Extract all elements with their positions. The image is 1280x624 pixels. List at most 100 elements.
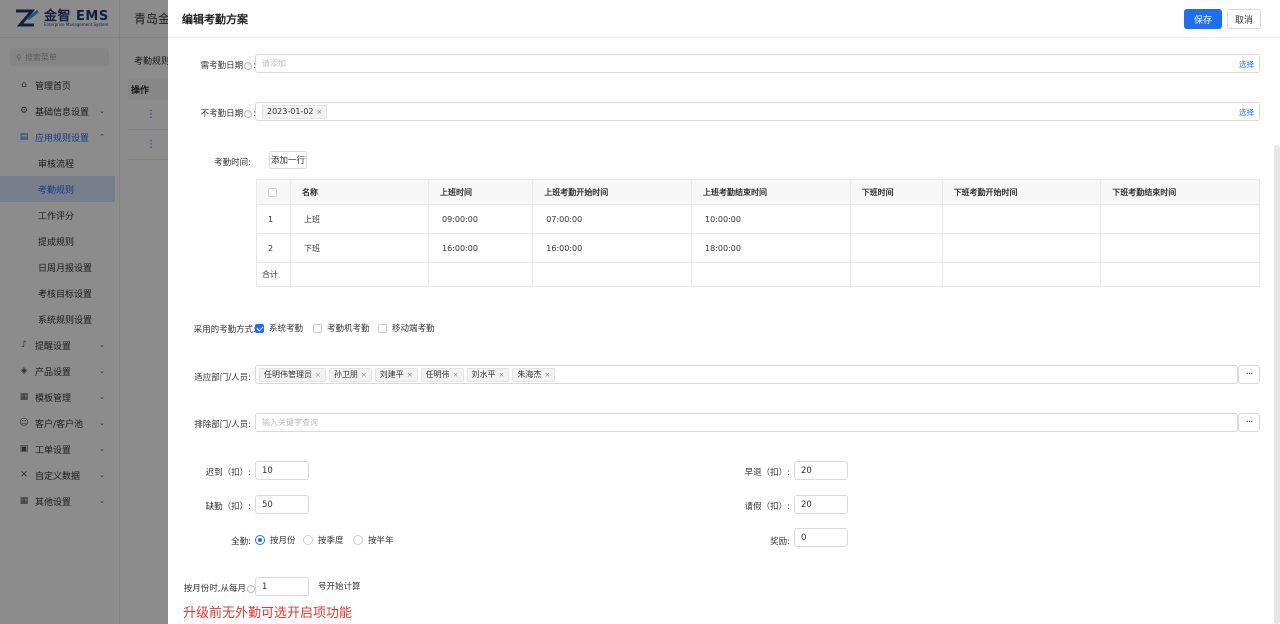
person-tag: 任明伟 × [420, 367, 464, 382]
tag-close-icon[interactable]: × [361, 371, 367, 379]
tag-close-icon[interactable]: × [499, 371, 505, 379]
table-cell[interactable]: 18:00:00 [690, 233, 851, 263]
table-cell[interactable]: 16:00:00 [532, 233, 692, 263]
excluded-more-button[interactable]: ··· [1238, 413, 1260, 432]
required-dates-label: 需考勤日期?: [201, 59, 256, 71]
table-cell[interactable] [941, 233, 1102, 263]
column-header: 名称 [290, 179, 429, 205]
attendance-method-label: 采用的考勤方式: [193, 325, 256, 335]
table-cell[interactable]: 上班 [290, 204, 429, 234]
option-label: 按月份 [270, 536, 296, 546]
attendance-method-option-1[interactable]: 考勤机考勤 [313, 322, 370, 334]
checkbox[interactable] [255, 323, 264, 333]
exempt-dates-pick-link[interactable]: 选择 [1239, 107, 1254, 118]
table-cell[interactable]: 09:00:00 [427, 204, 534, 234]
leave-input[interactable]: 20 [794, 495, 848, 514]
excluded-people-field[interactable]: 输入关键字查询 [255, 413, 1238, 432]
edit-attendance-drawer: 编辑考勤方案 保存 取消 需考勤日期?: 请添加 选择 不考勤日期?: 2023… [168, 0, 1280, 624]
required-dates-pick-link[interactable]: 选择 [1239, 59, 1254, 70]
required-dates-field[interactable]: 请添加 选择 [255, 54, 1260, 73]
applicable-more-button[interactable]: ··· [1238, 365, 1260, 384]
table-cell[interactable] [941, 204, 1102, 234]
person-tag: 刘水平 × [466, 367, 510, 382]
excluded-label: 排除部门/人员: [194, 420, 251, 430]
applicable-label: 适应部门/人员: [194, 373, 251, 383]
select-all-checkbox[interactable] [268, 187, 277, 197]
early-label: 早退（扣）: [744, 468, 790, 478]
required-dates-placeholder: 请添加 [262, 59, 286, 68]
person-tag: 刘建平 × [374, 367, 418, 382]
checkbox[interactable] [378, 323, 387, 333]
table-cell[interactable]: 16:00:00 [427, 233, 534, 263]
help-icon: ? [247, 584, 255, 593]
row-number: 2 [256, 233, 291, 263]
full-attendance-option-2[interactable]: 按半年 [353, 534, 394, 546]
save-button[interactable]: 保存 [1184, 9, 1222, 29]
sum-cell [532, 262, 692, 287]
help-icon: ? [244, 61, 253, 70]
checkbox[interactable] [313, 323, 322, 333]
applicable-people-field[interactable]: 任明伟管理员 × 孙卫朋 × 刘建平 × 任明伟 × 刘水平 × 朱海杰 × [255, 365, 1238, 384]
column-header: 下班考勤开始时间 [941, 179, 1102, 205]
late-input[interactable]: 10 [255, 461, 309, 480]
sum-label: 合计 [256, 262, 291, 287]
early-input[interactable]: 20 [794, 461, 848, 480]
radio[interactable] [303, 535, 313, 545]
option-label: 按季度 [318, 536, 344, 546]
month-start-input[interactable]: 1 [255, 577, 309, 596]
add-row-button[interactable]: 添加一行 [269, 151, 307, 169]
column-header: 上班考勤开始时间 [532, 179, 692, 205]
exempt-dates-field[interactable]: 2023-01-02 × 选择 [255, 102, 1260, 121]
select-all-checkbox-cell [256, 179, 291, 205]
sum-cell [849, 262, 943, 287]
table-row[interactable]: 2 下班 16:00:00 16:00:00 18:00:00 [256, 233, 1260, 263]
excluded-placeholder: 输入关键字查询 [262, 418, 318, 427]
tag-close-icon[interactable]: × [407, 371, 413, 379]
tag-close-icon[interactable]: × [453, 371, 459, 379]
table-cell[interactable] [1100, 233, 1260, 263]
option-label: 系统考勤 [269, 324, 304, 334]
month-start-suffix: 号开始计算 [318, 582, 361, 592]
absent-label: 缺勤（扣）: [205, 502, 251, 512]
cancel-button[interactable]: 取消 [1227, 9, 1261, 29]
option-label: 按半年 [368, 536, 394, 546]
scrollbar[interactable] [1274, 145, 1280, 624]
sum-cell [290, 262, 429, 287]
reward-label: 奖励: [770, 537, 790, 547]
sum-cell [427, 262, 534, 287]
sum-row: 合计 [256, 262, 1260, 287]
attendance-method-option-2[interactable]: 移动端考勤 [378, 322, 435, 334]
tag-close-icon[interactable]: × [544, 371, 550, 379]
attendance-method-option-0[interactable]: 系统考勤 [255, 322, 303, 334]
attendance-time-table: 名称 上班时间 上班考勤开始时间 上班考勤结束时间 下班时间 下班考勤开始时间 下班考勤结束… [256, 179, 1260, 287]
radio[interactable] [255, 535, 265, 545]
table-cell[interactable] [849, 233, 943, 263]
option-label: 考勤机考勤 [327, 324, 370, 334]
table-cell[interactable] [849, 204, 943, 234]
column-header: 上班考勤结束时间 [690, 179, 851, 205]
table-row[interactable]: 1 上班 09:00:00 07:00:00 10:00:00 [256, 204, 1260, 234]
person-tag: 孙卫朋 × [328, 367, 372, 382]
sum-cell [941, 262, 1102, 287]
late-label: 迟到（扣）: [205, 468, 251, 478]
radio[interactable] [353, 535, 363, 545]
absent-input[interactable]: 50 [255, 495, 309, 514]
reward-input[interactable]: 0 [794, 528, 848, 547]
month-start-label: 按月份时,从每月? [184, 582, 256, 594]
table-cell[interactable]: 07:00:00 [532, 204, 692, 234]
tag-close-icon[interactable]: × [315, 371, 321, 379]
date-tag: 2023-01-02 × [262, 104, 328, 119]
full-attendance-option-0[interactable]: 按月份 [255, 534, 296, 546]
table-cell[interactable] [1100, 204, 1260, 234]
drawer-header: 编辑考勤方案 保存 取消 [168, 0, 1280, 38]
person-tag: 任明伟管理员 × [259, 367, 326, 382]
full-attendance-label: 全勤: [231, 537, 251, 547]
full-attendance-option-1[interactable]: 按季度 [303, 534, 344, 546]
drawer-title: 编辑考勤方案 [182, 12, 248, 26]
table-cell[interactable]: 下班 [290, 233, 429, 263]
person-tag: 朱海杰 × [512, 367, 556, 382]
tag-close-icon[interactable]: × [317, 108, 323, 116]
column-header: 下班考勤结束时间 [1100, 179, 1260, 205]
option-label: 移动端考勤 [392, 324, 435, 334]
table-cell[interactable]: 10:00:00 [690, 204, 851, 234]
